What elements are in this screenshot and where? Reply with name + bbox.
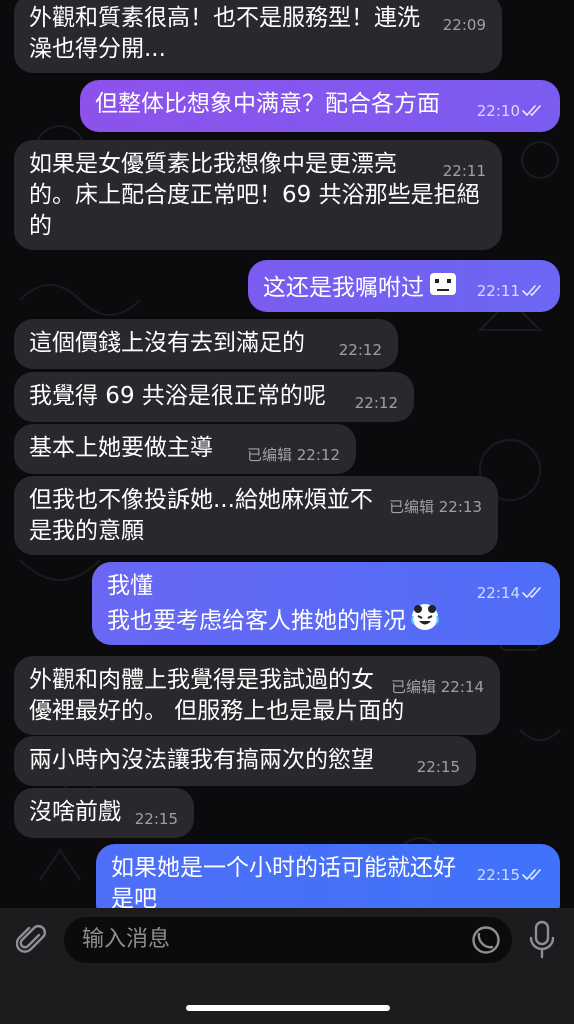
message-text: 但我也不像投訴她...給她麻煩並不是我的意願 [29,487,373,544]
edited-label: 已编辑 [388,498,434,516]
message-time: 22:12 [296,446,340,464]
message-text: 我覺得 69 共浴是很正常的呢 [29,383,326,409]
incoming-message-bubble[interactable]: 22:12 這個價錢上沒有去到滿足的 [14,319,398,369]
double-check-icon [522,587,541,598]
message-meta: 已编辑 22:12 [247,448,340,463]
incoming-message-bubble[interactable]: 已编辑 22:14 外觀和肉體上我覺得是我試過的女優裡最好的。 但服務上也是最片面… [14,656,500,735]
message-meta: 22:11 [477,284,544,299]
message-meta: 已编辑 22:13 [389,500,482,515]
message-list[interactable]: 22:09 外觀和質素很高！也不是服務型！連洗澡也得分開... 22:10 但整体比想… [0,0,574,908]
message-input[interactable]: 输入消息 [64,917,512,963]
outgoing-message-bubble[interactable]: 22:15 如果她是一个小时的话可能就还好是吧 [96,844,560,908]
message-meta: 22:15 [417,760,460,775]
laughing-crying-emoji [411,604,439,630]
message-time: 22:13 [438,498,482,516]
message-meta: 22:12 [355,396,398,411]
incoming-message-bubble[interactable]: 22:15 沒啥前戲 [14,788,194,838]
incoming-message-bubble[interactable]: 22:15 兩小時內沒法讓我有搞兩次的慾望 [14,736,476,786]
incoming-message-bubble[interactable]: 已编辑 22:12 基本上她要做主導 [14,424,356,474]
message-meta: 22:11 [443,164,486,179]
edited-label: 已编辑 [390,678,436,696]
outgoing-message-bubble[interactable]: 22:10 但整体比想象中满意？配合各方面 [80,80,560,132]
outgoing-message-bubble[interactable]: 22:14 我懂 我也要考虑给客人推她的情况 [92,562,560,645]
message-text: 基本上她要做主導 [29,435,213,461]
incoming-message-bubble[interactable]: 已编辑 22:13 但我也不像投訴她...給她麻煩並不是我的意願 [14,476,498,555]
message-text: 我懂 我也要考虑给客人推她的情况 [107,573,406,634]
incoming-message-bubble[interactable]: 22:11 如果是女優質素比我想像中是更漂亮的。床上配合度正常吧！69 共浴那些是… [14,140,502,250]
outgoing-message-bubble[interactable]: 22:11 这还是我嘱咐过 [248,260,560,312]
message-meta: 22:10 [477,104,544,119]
double-check-icon [522,285,541,296]
home-indicator [186,1005,390,1011]
message-text: 这还是我嘱咐过 [263,275,424,301]
message-time: 22:14 [476,584,520,602]
message-text: 但整体比想象中满意？配合各方面 [95,91,440,117]
message-time: 22:12 [338,341,382,359]
message-meta: 已编辑 22:14 [391,680,484,695]
message-meta: 22:15 [477,868,544,883]
incoming-message-bubble[interactable]: 22:12 我覺得 69 共浴是很正常的呢 [14,372,414,422]
message-time: 22:15 [476,866,520,884]
message-time: 22:15 [416,758,460,776]
message-meta: 22:12 [339,343,382,358]
message-time: 22:14 [440,678,484,696]
message-text: 如果是女優質素比我想像中是更漂亮的。床上配合度正常吧！69 共浴那些是拒絕的 [29,151,480,239]
message-time: 22:15 [134,810,178,828]
message-text: 外觀和肉體上我覺得是我試過的女優裡最好的。 但服務上也是最片面的 [29,667,405,724]
sweat-emoji [430,273,456,295]
double-check-icon [522,869,541,880]
message-time: 22:10 [476,102,520,120]
paperclip-icon[interactable] [16,922,48,958]
microphone-icon[interactable] [528,920,556,960]
edited-label: 已编辑 [246,446,292,464]
message-meta: 22:15 [135,812,178,827]
message-time: 22:12 [354,394,398,412]
double-check-icon [522,105,541,116]
message-text: 沒啥前戲 [29,799,121,825]
message-meta: 22:09 [443,18,486,33]
message-text: 這個價錢上沒有去到滿足的 [29,330,305,356]
message-text: 如果她是一个小时的话可能就还好是吧 [111,855,456,908]
sticker-icon[interactable] [470,924,502,956]
message-time: 22:09 [442,16,486,34]
message-meta: 22:14 [477,586,544,601]
message-text: 兩小時內沒法讓我有搞兩次的慾望 [29,747,374,773]
message-time: 22:11 [442,162,486,180]
message-time: 22:11 [476,282,520,300]
message-text: 外觀和質素很高！也不是服務型！連洗澡也得分開... [29,5,420,62]
incoming-message-bubble[interactable]: 22:09 外觀和質素很高！也不是服務型！連洗澡也得分開... [14,0,502,73]
